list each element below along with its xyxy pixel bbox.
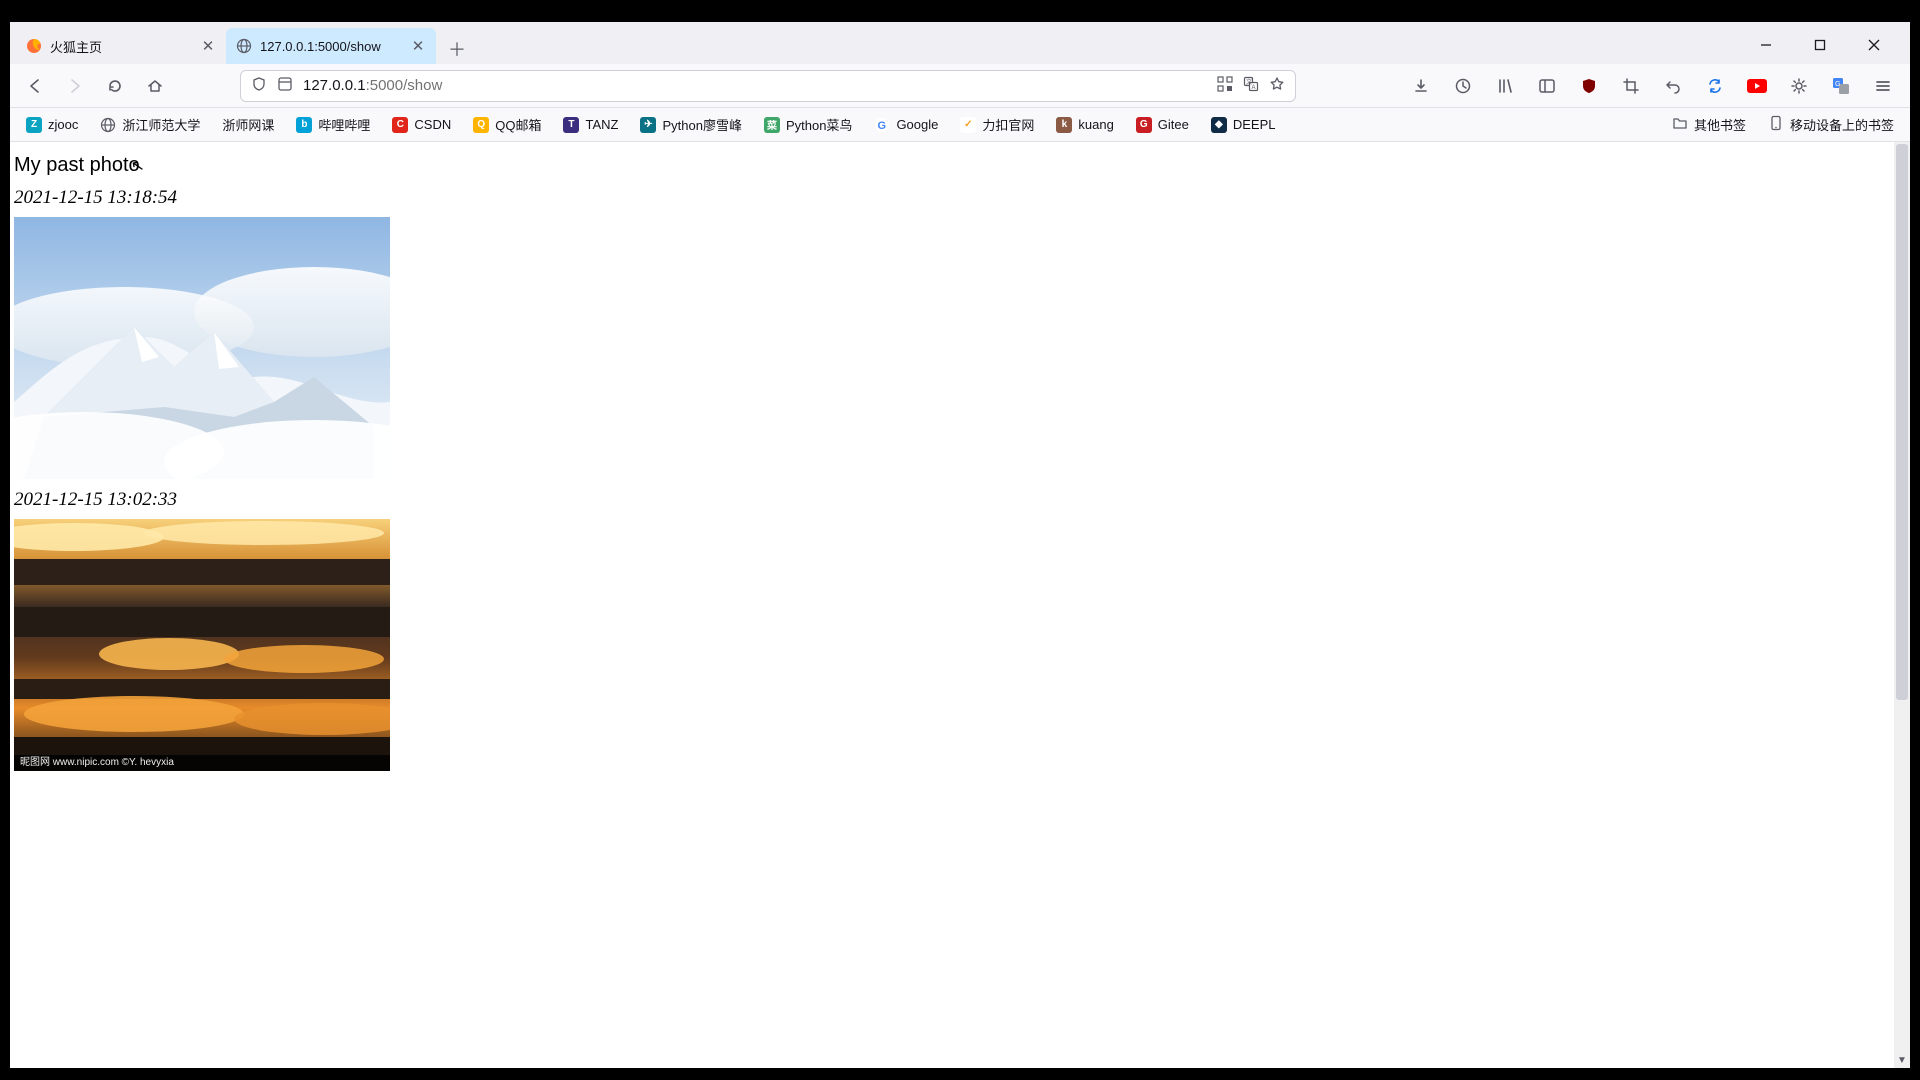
viewport: My past photo ↖ 2021-12-15 13:18:54 — [10, 142, 1910, 1068]
google-icon: G — [874, 117, 890, 133]
reload-button[interactable] — [100, 71, 130, 101]
translate-icon[interactable]: 文A — [1243, 76, 1259, 96]
folder-icon — [1672, 115, 1688, 134]
url-text: 127.0.0.1:5000/show — [303, 77, 1207, 94]
home-button[interactable] — [140, 71, 170, 101]
new-tab-button[interactable]: ＋ — [442, 34, 472, 64]
scroll-thumb[interactable] — [1896, 144, 1908, 700]
menu-icon[interactable] — [1868, 71, 1898, 101]
close-icon[interactable]: ✕ — [410, 38, 426, 54]
bookmarks-mobile[interactable]: 移动设备上的书签 — [1764, 112, 1898, 137]
qr-icon[interactable] — [1217, 76, 1233, 96]
forward-button[interactable] — [60, 71, 90, 101]
bookmark-zjnu[interactable]: 浙江师范大学 — [96, 112, 204, 137]
url-host: 127.0.0.1 — [303, 77, 366, 94]
bookmark-kuang[interactable]: kkuang — [1052, 114, 1117, 136]
bookmark-zjooc[interactable]: Zzjooc — [22, 114, 82, 136]
photo-sunset — [14, 519, 390, 771]
youtube-icon[interactable] — [1742, 71, 1772, 101]
bookmark-zswk[interactable]: 浙师网课 — [218, 112, 278, 137]
globe-icon — [100, 117, 116, 133]
page-content: My past photo ↖ 2021-12-15 13:18:54 — [10, 142, 1894, 1068]
shield-icon[interactable] — [251, 76, 267, 96]
tabstrip: 火狐主页 ✕ 127.0.0.1:5000/show ✕ ＋ — [10, 22, 1910, 64]
downloads-icon[interactable] — [1406, 71, 1436, 101]
minimize-button[interactable] — [1744, 30, 1788, 60]
scroll-down-icon[interactable]: ▼ — [1894, 1052, 1910, 1068]
bookmark-qqmail[interactable]: QQQ邮箱 — [469, 112, 545, 137]
sidebar-icon[interactable] — [1532, 71, 1562, 101]
tab-localhost-show[interactable]: 127.0.0.1:5000/show ✕ — [226, 28, 436, 64]
photo-watermark: 昵图网 www.nipic.com ©Y. hevyxia — [14, 755, 390, 771]
tab-label: 火狐主页 — [50, 37, 102, 56]
globe-icon — [236, 38, 252, 54]
page-info-icon[interactable] — [277, 76, 293, 96]
star-icon[interactable] — [1269, 76, 1285, 96]
bookmark-gitee[interactable]: GGitee — [1132, 114, 1193, 136]
settings-icon[interactable] — [1784, 71, 1814, 101]
toolbar-right: G — [1406, 71, 1900, 101]
bookmark-tanz[interactable]: TTANZ — [559, 114, 622, 136]
phone-icon — [1768, 115, 1784, 134]
bookmark-python-runoob[interactable]: 菜Python菜鸟 — [760, 112, 856, 137]
back-button[interactable] — [20, 71, 50, 101]
firefox-icon — [26, 38, 42, 54]
photo-timestamp: 2021-12-15 13:02:33 — [14, 489, 1894, 511]
history-icon[interactable] — [1448, 71, 1478, 101]
close-icon[interactable]: ✕ — [200, 38, 216, 54]
bookmarks-folder-other[interactable]: 其他书签 — [1668, 112, 1750, 137]
ublock-icon[interactable] — [1574, 71, 1604, 101]
bookmarks-bar: Zzjooc 浙江师范大学 浙师网课 b哔哩哔哩 CCSDN QQQ邮箱 TTA… — [10, 108, 1910, 142]
scrollbar[interactable]: ▲ ▼ — [1894, 142, 1910, 1068]
photo-mountain — [14, 217, 390, 479]
bookmark-csdn[interactable]: CCSDN — [388, 114, 455, 136]
svg-text:G: G — [878, 120, 887, 132]
close-window-button[interactable] — [1852, 30, 1896, 60]
tab-firefox-home[interactable]: 火狐主页 ✕ — [16, 28, 226, 64]
maximize-button[interactable] — [1798, 30, 1842, 60]
bookmark-google[interactable]: GGoogle — [870, 114, 942, 136]
bookmark-python-liao[interactable]: ✈Python廖雪峰 — [636, 112, 745, 137]
library-icon[interactable] — [1490, 71, 1520, 101]
navbar: 127.0.0.1:5000/show 文A G — [10, 64, 1910, 108]
url-bar[interactable]: 127.0.0.1:5000/show 文A — [240, 70, 1296, 102]
url-path: :5000/show — [366, 77, 443, 94]
translate-ext-icon[interactable]: G — [1826, 71, 1856, 101]
svg-text:A: A — [1252, 85, 1256, 91]
bookmark-deepl[interactable]: ◆DEEPL — [1207, 114, 1280, 136]
undo-icon[interactable] — [1658, 71, 1688, 101]
sync-icon[interactable] — [1700, 71, 1730, 101]
tab-label: 127.0.0.1:5000/show — [260, 39, 381, 54]
bookmark-bilibili[interactable]: b哔哩哔哩 — [292, 112, 374, 137]
photo-timestamp: 2021-12-15 13:18:54 — [14, 187, 1894, 209]
bookmark-leetcode[interactable]: ✓力扣官网 — [956, 112, 1038, 137]
browser-window: 火狐主页 ✕ 127.0.0.1:5000/show ✕ ＋ — [10, 22, 1910, 1068]
page-title: My past photo — [14, 154, 1894, 177]
svg-text:G: G — [1835, 81, 1840, 88]
crop-icon[interactable] — [1616, 71, 1646, 101]
window-controls — [1744, 30, 1904, 60]
